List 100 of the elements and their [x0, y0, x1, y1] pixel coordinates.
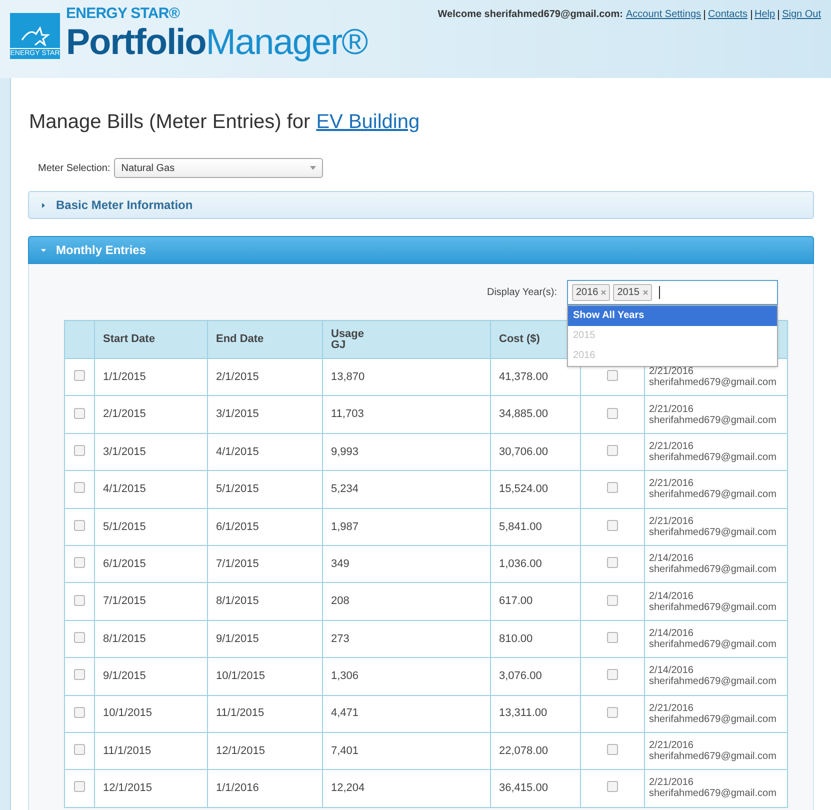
- column-header: End Date: [208, 320, 322, 358]
- updated-date: 2/21/2016: [649, 516, 694, 527]
- updated-date: 2/14/2016: [649, 665, 694, 676]
- table-cell: 11/1/2015: [94, 732, 208, 770]
- checkbox[interactable]: [74, 669, 85, 680]
- table-cell: 5,234: [322, 470, 490, 508]
- dropdown-caret-icon: [310, 166, 316, 170]
- table-cell: 12,204: [322, 770, 490, 808]
- updated-by: sherifahmed679@gmail.com: [649, 676, 778, 688]
- checkbox[interactable]: [74, 594, 85, 606]
- welcome-text: Welcome sherifahmed679@gmail.com:: [438, 8, 623, 22]
- meter-select[interactable]: Natural Gas: [114, 158, 324, 178]
- checkbox[interactable]: [607, 408, 618, 419]
- table-cell: 13,870: [322, 358, 490, 396]
- updated-by: sherifahmed679@gmail.com: [649, 714, 778, 725]
- toggle-icon: [41, 202, 46, 208]
- table-cell: 273: [322, 620, 490, 658]
- text-cursor: [658, 286, 660, 298]
- table-cell: 1,036.00: [490, 545, 580, 583]
- checkbox[interactable]: [74, 444, 85, 456]
- table-cell: 4/1/2015: [94, 470, 208, 508]
- year-tag[interactable]: 2015: [613, 284, 652, 300]
- table-cell: 349: [322, 545, 490, 583]
- checkbox[interactable]: [74, 482, 85, 494]
- updated-date: 2/21/2016: [649, 702, 694, 714]
- updated-by: sherifahmed679@gmail.com: [649, 526, 778, 538]
- year-tag[interactable]: 2016: [572, 284, 610, 300]
- table-cell: 1/1/2015: [94, 358, 208, 396]
- table-cell: 7/1/2015: [208, 545, 322, 583]
- updated-by: sherifahmed679@gmail.com: [649, 564, 778, 576]
- checkbox[interactable]: [607, 482, 618, 494]
- table-cell: 4,471: [322, 695, 490, 732]
- updated-date: 2/14/2016: [649, 628, 694, 639]
- toggle-icon: [41, 248, 46, 252]
- checkbox[interactable]: [607, 632, 618, 643]
- checkbox[interactable]: [74, 632, 85, 643]
- table-cell: 2/1/2015: [208, 358, 322, 396]
- checkbox[interactable]: [607, 557, 618, 568]
- updated-date: 2/21/2016: [649, 740, 694, 752]
- table-cell: 36,415.00: [490, 770, 580, 808]
- table-cell: 12/1/2015: [208, 732, 322, 770]
- panel-header[interactable]: Basic Meter Information: [28, 191, 814, 219]
- checkbox[interactable]: [74, 781, 85, 792]
- table-cell: 5/1/2015: [94, 508, 208, 546]
- table-cell: 13,311.00: [490, 695, 580, 732]
- updated-date: 2/14/2016: [649, 553, 694, 564]
- header-link[interactable]: Sign Out: [782, 7, 821, 22]
- year-filter-field[interactable]: 2016 2015: [567, 280, 778, 304]
- checkbox[interactable]: [607, 744, 618, 756]
- page-title: Manage Bills (Meter Entries) for: [29, 110, 310, 135]
- updated-date: 2/21/2016: [649, 478, 694, 490]
- table-cell: 6/1/2015: [94, 545, 208, 583]
- updated-date: 2/21/2016: [649, 404, 694, 415]
- checkbox[interactable]: [74, 744, 85, 756]
- header-link[interactable]: Contacts: [708, 7, 748, 22]
- header-link[interactable]: Account Settings: [626, 7, 702, 22]
- checkbox[interactable]: [607, 370, 618, 382]
- checkbox[interactable]: [607, 444, 618, 456]
- table-cell: 10/1/2015: [208, 658, 322, 696]
- table-cell: 3/1/2015: [94, 433, 208, 471]
- updated-date: 2/21/2016: [649, 777, 694, 788]
- building-link[interactable]: EV Building: [316, 107, 420, 137]
- updated-by: sherifahmed679@gmail.com: [649, 788, 778, 800]
- remove-icon[interactable]: [601, 290, 606, 294]
- table-cell: 15,524.00: [490, 470, 580, 508]
- brand-tagline: ENERGY STAR®: [66, 6, 181, 22]
- header-link[interactable]: Help: [754, 7, 776, 22]
- table-cell: 34,885.00: [490, 396, 580, 434]
- updated-date: 2/14/2016: [649, 590, 694, 602]
- table-cell: 30,706.00: [490, 433, 580, 471]
- table-cell: 2/1/2015: [94, 396, 208, 434]
- updated-by: sherifahmed679@gmail.com: [649, 452, 778, 463]
- checkbox[interactable]: [74, 557, 85, 568]
- checkbox[interactable]: [607, 706, 618, 718]
- checkbox[interactable]: [607, 781, 618, 792]
- year-option[interactable]: Show All Years: [568, 306, 777, 326]
- table-cell: 208: [322, 582, 490, 620]
- table-cell: 11/1/2015: [208, 695, 322, 732]
- checkbox[interactable]: [74, 706, 85, 718]
- table-cell: 1,987: [322, 508, 490, 546]
- checkbox[interactable]: [74, 520, 85, 531]
- table-cell: 5,841.00: [490, 508, 580, 546]
- table-cell: 6/1/2015: [208, 508, 322, 546]
- table-cell: 5/1/2015: [208, 470, 322, 508]
- updated-by: sherifahmed679@gmail.com: [649, 489, 778, 500]
- updated-date: 2/21/2016: [649, 366, 694, 378]
- checkbox[interactable]: [74, 408, 85, 419]
- table-cell: 11,703: [322, 396, 490, 434]
- table-cell: 22,078.00: [490, 732, 580, 770]
- checkbox[interactable]: [607, 669, 618, 680]
- table-cell: 12/1/2015: [94, 770, 208, 808]
- table-cell: 810.00: [490, 620, 580, 658]
- checkbox[interactable]: [607, 594, 618, 606]
- checkbox[interactable]: [74, 370, 85, 382]
- table-cell: 8/1/2015: [94, 620, 208, 658]
- table-cell: 7/1/2015: [94, 582, 208, 620]
- table-cell: 9/1/2015: [94, 658, 208, 696]
- checkbox[interactable]: [607, 520, 618, 531]
- remove-icon[interactable]: [642, 290, 648, 294]
- table-cell: 9/1/2015: [208, 620, 322, 658]
